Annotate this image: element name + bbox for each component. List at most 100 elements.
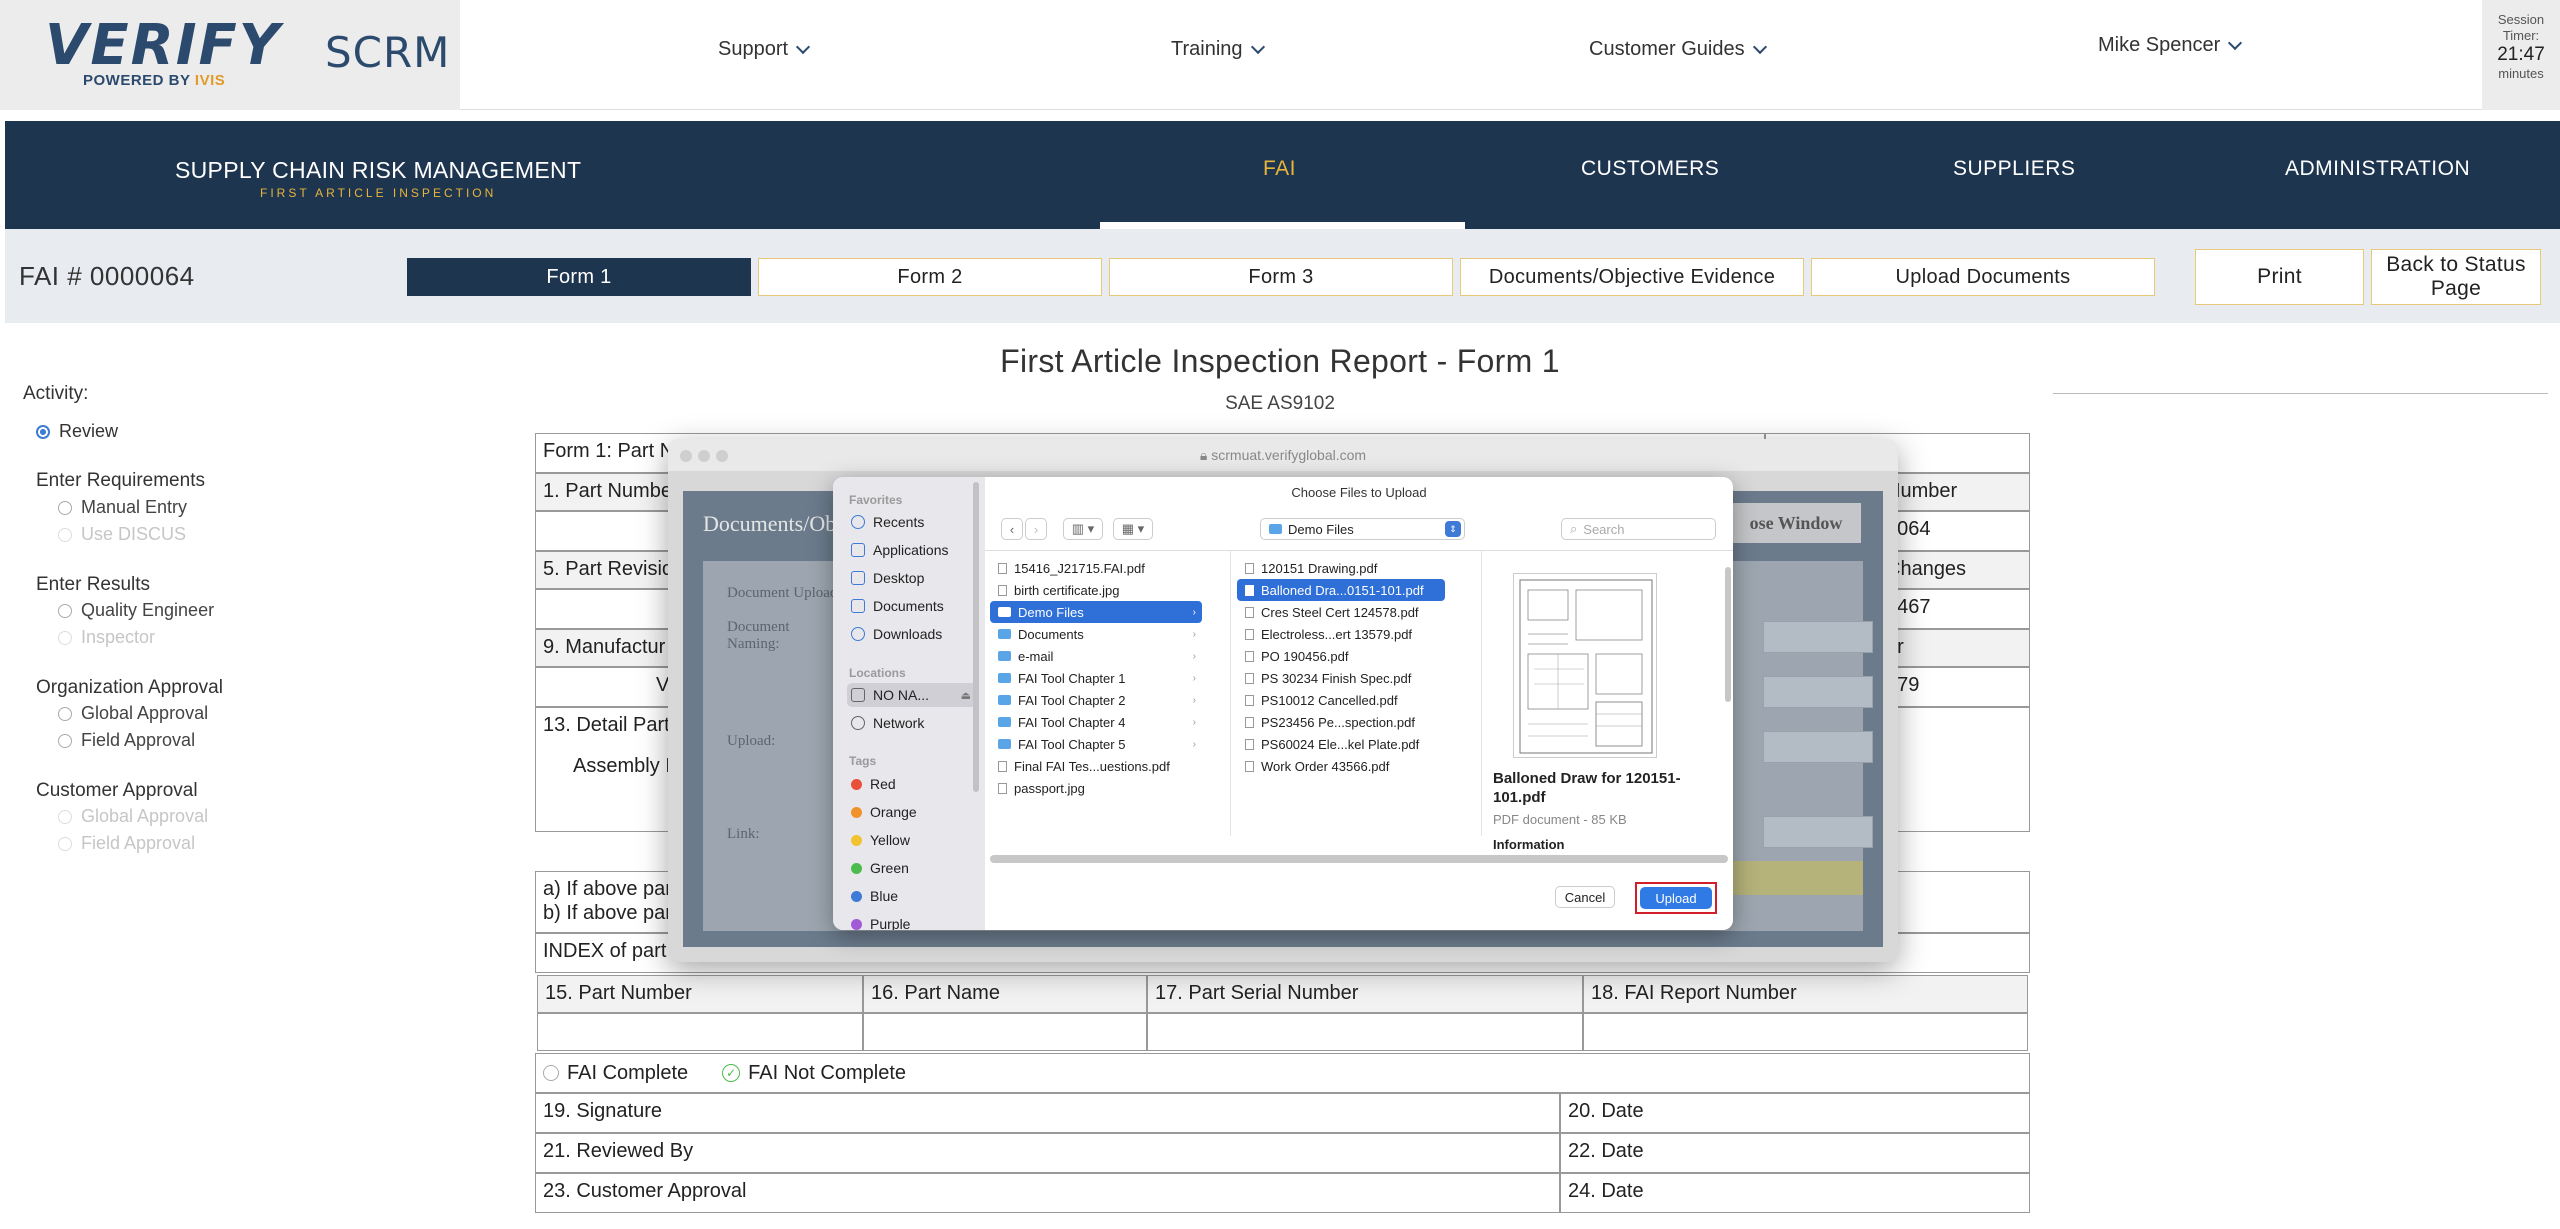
sidebar-item-desktop[interactable]: Desktop <box>847 566 977 590</box>
verify-logo[interactable]: VERIFY POWERED BY IVIS <box>45 18 279 90</box>
tag-blue[interactable]: Blue <box>847 884 977 908</box>
radio[interactable] <box>58 706 72 721</box>
check-circle-icon[interactable]: ✓ <box>722 1064 741 1082</box>
chevron-down-icon <box>2228 35 2243 50</box>
sidebar-item-documents[interactable]: Documents <box>847 594 977 618</box>
submit-button-dimmed[interactable] <box>1733 861 1863 895</box>
horizontal-scrollbar[interactable] <box>990 855 1728 863</box>
list-item[interactable]: FAI Tool Chapter 5 › <box>990 733 1202 755</box>
list-item-selected[interactable]: Demo Files › <box>990 601 1202 623</box>
part-name-input[interactable] <box>863 1013 1147 1051</box>
tag-orange[interactable]: Orange <box>847 800 977 824</box>
fai-complete-radio[interactable] <box>543 1065 559 1081</box>
list-item[interactable]: PS23456 Pe...spection.pdf <box>1237 711 1445 733</box>
sidebar-item-applications[interactable]: Applications <box>847 538 977 562</box>
nav-training[interactable]: Training <box>1171 38 1265 61</box>
naming-select[interactable] <box>1763 621 1873 653</box>
forward-icon[interactable]: › <box>1025 518 1047 540</box>
radio <box>58 630 72 645</box>
tab-documents-objective-evidence[interactable]: Documents/Objective Evidence <box>1460 258 1804 296</box>
list-item[interactable]: PS 30234 Finish Spec.pdf <box>1237 667 1445 689</box>
radio[interactable] <box>58 500 72 515</box>
list-item-selected[interactable]: Balloned Dra...0151-101.pdf <box>1237 579 1445 601</box>
search-input[interactable]: ⌕ Search <box>1561 518 1716 540</box>
file-name: PS10012 Cancelled.pdf <box>1261 692 1398 708</box>
column-separator[interactable] <box>1230 551 1231 836</box>
list-item[interactable]: Final FAI Tes...uestions.pdf <box>990 755 1226 777</box>
column-view-icon[interactable]: ▥ ▾ <box>1063 518 1103 540</box>
locations-heading: Locations <box>849 666 906 680</box>
option-quality-engineer[interactable]: Quality Engineer <box>58 600 214 621</box>
tag-dot-icon <box>851 778 862 790</box>
option-org-global-approval[interactable]: Global Approval <box>58 703 208 724</box>
main-nav-suppliers[interactable]: SUPPLIERS <box>1953 157 2075 181</box>
main-nav-administration[interactable]: ADMINISTRATION <box>2285 157 2470 181</box>
upload-input[interactable] <box>1763 731 1873 763</box>
sidebar-item-recents[interactable]: Recents <box>847 510 977 534</box>
sidebar-item-drive[interactable]: NO NA... ⏏ <box>847 683 977 707</box>
part-number-input[interactable] <box>537 1013 863 1051</box>
radio-selected[interactable] <box>36 424 50 439</box>
file-name: FAI Tool Chapter 2 <box>1018 692 1126 708</box>
list-item[interactable]: Cres Steel Cert 124578.pdf <box>1237 601 1445 623</box>
link-input[interactable] <box>1763 816 1873 848</box>
fai-report-number-input[interactable] <box>1583 1013 2028 1051</box>
list-item[interactable]: Documents › <box>990 623 1202 645</box>
close-window-button[interactable]: ose Window <box>1731 503 1861 543</box>
back-to-status-button[interactable]: Back to Status Page <box>2371 249 2541 305</box>
signature-date-label: 20. Date <box>1560 1093 2030 1133</box>
eject-icon[interactable]: ⏏ <box>961 689 971 702</box>
browser-url[interactable]: 🔒︎ scrmuat.verifyglobal.com <box>668 447 1898 464</box>
grid-view-icon[interactable]: ▦ ▾ <box>1113 518 1153 540</box>
scrm-title[interactable]: SUPPLY CHAIN RISK MANAGEMENT FIRST ARTIC… <box>175 157 581 200</box>
print-button[interactable]: Print <box>2195 249 2364 305</box>
tab-form-2[interactable]: Form 2 <box>758 258 1102 296</box>
tab-upload-documents[interactable]: Upload Documents <box>1811 258 2155 296</box>
list-item[interactable]: 120151 Drawing.pdf <box>1237 557 1445 579</box>
column-separator[interactable] <box>1481 551 1482 836</box>
list-item[interactable]: e-mail › <box>990 645 1202 667</box>
list-item[interactable]: Work Order 43566.pdf <box>1237 755 1445 777</box>
user-menu[interactable]: Mike Spencer <box>2098 34 2243 57</box>
tag-red[interactable]: Red <box>847 772 977 796</box>
sidebar-item-network[interactable]: Network <box>847 711 977 735</box>
sidebar-item-downloads[interactable]: Downloads <box>847 622 977 646</box>
upload-button[interactable]: Upload <box>1640 887 1712 909</box>
tab-form-3[interactable]: Form 3 <box>1109 258 1453 296</box>
preview-scrollbar[interactable] <box>1725 567 1731 702</box>
radio[interactable] <box>58 603 72 618</box>
tag-purple[interactable]: Purple <box>847 912 977 930</box>
location-dropdown[interactable]: Demo Files ⇕ <box>1260 518 1465 540</box>
list-item[interactable]: passport.jpg <box>990 777 1226 799</box>
list-item[interactable]: PS10012 Cancelled.pdf <box>1237 689 1445 711</box>
list-item[interactable]: FAI Tool Chapter 1 › <box>990 667 1202 689</box>
part-serial-input[interactable] <box>1147 1013 1583 1051</box>
option-manual-entry[interactable]: Manual Entry <box>58 497 187 518</box>
list-item[interactable]: 15416_J21715.FAI.pdf <box>990 557 1226 579</box>
sidebar-scrollbar[interactable] <box>973 482 979 792</box>
option-org-field-approval[interactable]: Field Approval <box>58 730 195 751</box>
option-use-discus: Use DISCUS <box>58 524 186 545</box>
main-nav-fai[interactable]: FAI <box>1263 157 1296 181</box>
list-item[interactable]: FAI Tool Chapter 4 › <box>990 711 1202 733</box>
nav-support[interactable]: Support <box>718 38 811 61</box>
list-item[interactable]: FAI Tool Chapter 2 › <box>990 689 1202 711</box>
naming-input[interactable] <box>1763 676 1873 708</box>
cancel-button[interactable]: Cancel <box>1555 886 1615 908</box>
back-icon[interactable]: ‹ <box>1001 518 1023 540</box>
list-item[interactable]: Electroless...ert 13579.pdf <box>1237 623 1445 645</box>
main-nav-customers[interactable]: CUSTOMERS <box>1581 157 1719 181</box>
activity-review-option[interactable]: Review <box>36 421 118 442</box>
list-item[interactable]: PO 190456.pdf <box>1237 645 1445 667</box>
radio[interactable] <box>58 733 72 748</box>
file-name: birth certificate.jpg <box>1014 582 1120 598</box>
list-item[interactable]: birth certificate.jpg <box>990 579 1226 601</box>
tab-form-1[interactable]: Form 1 <box>407 258 751 296</box>
list-item[interactable]: PS60024 Ele...kel Plate.pdf <box>1237 733 1445 755</box>
tag-yellow[interactable]: Yellow <box>847 828 977 852</box>
tag-green[interactable]: Green <box>847 856 977 880</box>
nav-customer-guides[interactable]: Customer Guides <box>1589 38 1767 61</box>
pdf-file-icon <box>1245 584 1254 596</box>
folder-icon <box>998 739 1011 749</box>
browser-titlebar[interactable]: 🔒︎ scrmuat.verifyglobal.com <box>668 439 1898 471</box>
